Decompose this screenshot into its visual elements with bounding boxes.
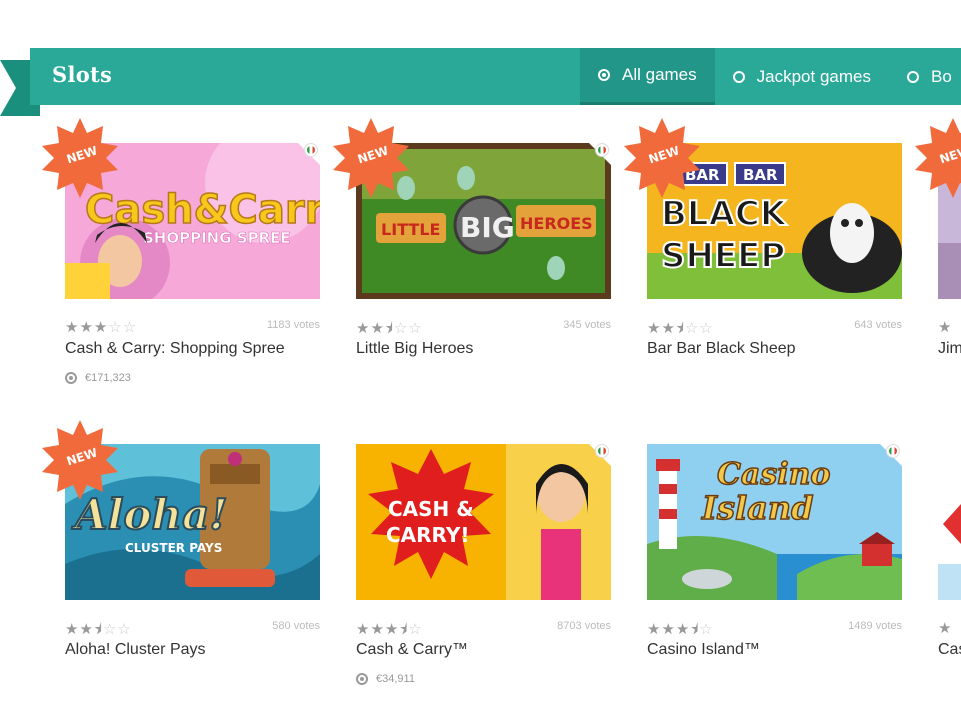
tab-bonus[interactable]: Bo xyxy=(889,48,961,105)
jackpot-amount: €34,911 xyxy=(356,673,415,685)
new-badge: NEW xyxy=(913,118,961,198)
thumb-text: HEROES xyxy=(520,214,593,233)
thumb-text: SHEEP xyxy=(661,236,785,276)
votes-count: 643 votes xyxy=(854,319,902,331)
thumb-text: CASH & xyxy=(388,497,474,521)
radio-icon xyxy=(732,70,745,83)
thumb-text: Casino xyxy=(717,457,830,492)
tab-label: All games xyxy=(622,65,697,84)
thumb-text: CLUSTER PAYS xyxy=(125,541,222,555)
thumb-text: LITTLE xyxy=(381,220,440,239)
game-card[interactable]: Casino Island ★★★⯨☆ 1489 votes Casino Is… xyxy=(647,444,902,664)
votes-count: 1489 votes xyxy=(848,620,902,632)
category-tabs: All games Jackpot games Bo xyxy=(580,48,961,105)
thumb-text: Cash&Carry xyxy=(85,187,320,233)
thumb-text: BAR xyxy=(743,166,778,184)
thumb-text: CARRY! xyxy=(386,523,469,547)
star-rating: ★★★☆☆ xyxy=(65,319,138,336)
game-name[interactable]: Little Big Heroes xyxy=(356,340,473,358)
new-badge: NEW xyxy=(331,118,411,198)
game-name[interactable]: Casino Island™ xyxy=(647,641,760,659)
casino-island-art: Casino Island xyxy=(647,444,902,600)
jackpot-value: €34,911 xyxy=(376,673,415,685)
game-name[interactable]: Bar Bar Black Sheep xyxy=(647,340,796,358)
tab-label: Jackpot games xyxy=(756,66,871,86)
thumb-text: BIG xyxy=(460,211,515,244)
votes-count: 345 votes xyxy=(563,319,611,331)
tab-label: Bo xyxy=(930,66,952,86)
thumb-text: SHOPPING SPREE xyxy=(143,229,291,247)
jackpot-value: €171,323 xyxy=(85,372,131,384)
game-card[interactable]: ★ Cas xyxy=(938,444,961,664)
jackpot-amount: €171,323 xyxy=(65,372,131,384)
new-badge: NEW xyxy=(622,118,702,198)
partial-game-art xyxy=(938,444,961,600)
game-name[interactable]: Cash & Carry: Shopping Spree xyxy=(65,340,285,358)
header-ribbon-notch xyxy=(0,60,16,116)
game-thumbnail[interactable] xyxy=(938,444,961,600)
flag-icon xyxy=(886,444,900,458)
game-card[interactable]: CASH & CARRY! ★★★⯨☆ 8703 votes Cash & Ca… xyxy=(356,444,611,685)
new-badge: NEW xyxy=(40,118,120,198)
game-name[interactable]: Cas xyxy=(938,641,961,659)
votes-count: 8703 votes xyxy=(557,620,611,632)
new-badge: NEW xyxy=(40,420,120,500)
flag-icon xyxy=(304,143,318,157)
game-thumbnail[interactable]: Casino Island xyxy=(647,444,902,600)
game-thumbnail[interactable]: CASH & CARRY! xyxy=(356,444,611,600)
radio-icon xyxy=(906,70,919,83)
cash-carry-art: CASH & CARRY! xyxy=(356,444,611,600)
jackpot-icon xyxy=(356,673,368,685)
flag-icon xyxy=(595,444,609,458)
votes-count: 1183 votes xyxy=(266,319,320,331)
flag-icon xyxy=(595,143,609,157)
jackpot-icon xyxy=(65,372,77,384)
game-name[interactable]: Jim xyxy=(938,340,961,358)
star-rating: ★ xyxy=(938,620,953,637)
page-title: Slots xyxy=(52,62,113,87)
radio-selected-icon xyxy=(598,69,610,81)
game-name[interactable]: Aloha! Cluster Pays xyxy=(65,641,206,659)
votes-count: 580 votes xyxy=(272,620,320,632)
tab-jackpot-games[interactable]: Jackpot games xyxy=(715,48,889,105)
star-rating: ★ xyxy=(938,319,953,336)
thumb-text: Island xyxy=(701,489,814,527)
header-bar: Slots All games Jackpot games Bo xyxy=(30,48,961,105)
tab-all-games[interactable]: All games xyxy=(580,48,715,105)
thumb-text: BLACK xyxy=(661,194,788,234)
game-name[interactable]: Cash & Carry™ xyxy=(356,641,468,659)
